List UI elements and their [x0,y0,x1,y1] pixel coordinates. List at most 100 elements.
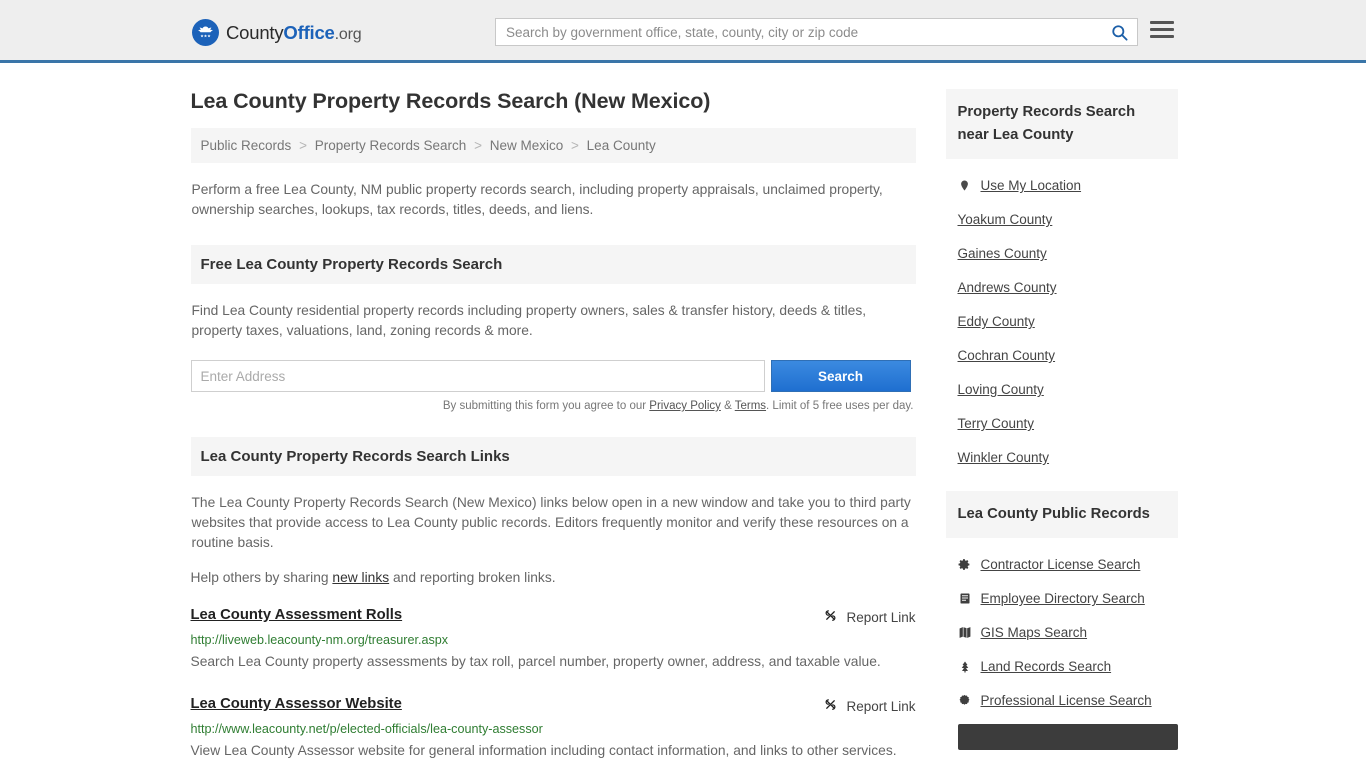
certificate-icon [958,694,972,707]
sidebar-item-eddy-county[interactable]: Eddy County [958,314,1178,329]
link-result-url: http://liveweb.leacounty-nm.org/treasure… [190,633,449,647]
brand-part-county: County [226,21,284,43]
breadcrumb-separator: > [571,138,579,153]
search-icon[interactable] [1101,19,1137,45]
sidebar-item-label[interactable]: Andrews County [958,280,1057,295]
sidebar-item-label[interactable]: Gaines County [958,246,1047,261]
report-link-label: Report Link [846,609,916,625]
privacy-policy-link[interactable]: Privacy Policy [649,400,721,412]
terms-link[interactable]: Terms [735,400,766,412]
site-logo-text: CountyOffice.org [226,21,362,44]
report-link-button[interactable]: Report Link [823,696,916,715]
map-icon [958,626,972,639]
breadcrumb-item-public-records[interactable]: Public Records [201,138,292,153]
sidebar-item-employee-directory-search[interactable]: Employee Directory Search [958,591,1178,606]
breadcrumb-item-property-records-search[interactable]: Property Records Search [315,138,467,153]
new-links-link[interactable]: new links [332,570,389,585]
hamburger-bar [1150,21,1174,24]
address-search-form: Search [190,360,916,392]
hamburger-bar [1150,35,1174,38]
sidebar-item-use-my-location[interactable]: Use My Location [958,178,1178,193]
sidebar-item-label[interactable]: Terry County [958,416,1035,431]
page-title: Lea County Property Records Search (New … [190,89,711,113]
sidebar-ad-placeholder [957,724,1178,750]
global-search-bar [495,18,1138,46]
address-search-button[interactable]: Search [770,360,911,392]
id-card-icon [958,592,972,605]
link-result-item: Lea County Assessment Rolls Report Link [191,607,916,674]
link-result-title[interactable]: Lea County Assessor Website [191,696,402,712]
disclaimer-suffix: . Limit of 5 free uses per day. [766,400,914,412]
link-result-header: Lea County Assessment Rolls Report Link [191,607,916,626]
link-result-description: Search Lea County property assessments b… [190,654,881,669]
sidebar-item-label[interactable]: Yoakum County [958,212,1053,227]
link-result-header: Lea County Assessor Website Report Link [191,696,916,715]
sidebar-item-label[interactable]: Cochran County [958,348,1056,363]
sidebar-item-label[interactable]: Employee Directory Search [981,591,1145,606]
sidebar-item-cochran-county[interactable]: Cochran County [958,348,1178,363]
breadcrumb-item-new-mexico[interactable]: New Mexico [490,138,564,153]
sidebar-item-label[interactable]: Professional License Search [981,693,1152,708]
report-link-button[interactable]: Report Link [823,607,916,626]
sidebar-item-label[interactable]: Loving County [958,382,1044,397]
brand-part-office: Office [283,21,335,43]
sidebar-public-records-heading: Lea County Public Records [945,491,1178,538]
breadcrumb: Public Records > Property Records Search… [190,128,916,163]
free-search-description: Find Lea County residential property rec… [191,303,867,338]
tree-icon [958,660,972,674]
links-section-heading: Lea County Property Records Search Links [190,437,916,476]
page-intro-text: Perform a free Lea County, NM public pro… [191,182,883,217]
address-input[interactable] [190,360,765,392]
broken-link-icon [823,697,838,715]
sidebar-item-gis-maps-search[interactable]: GIS Maps Search [958,625,1178,640]
sidebar-item-label[interactable]: GIS Maps Search [981,625,1088,640]
hamburger-menu-icon[interactable] [1150,21,1174,38]
brand-part-org: .org [334,25,362,43]
broken-link-icon [823,608,838,626]
free-search-heading: Free Lea County Property Records Search [190,245,916,284]
map-pin-icon [958,178,972,193]
sidebar-item-label[interactable]: Use My Location [981,178,1082,193]
sidebar-item-label[interactable]: Land Records Search [981,659,1112,674]
breadcrumb-item-lea-county[interactable]: Lea County [587,138,656,153]
help-share-line: Help others by sharing new links and rep… [191,570,916,585]
gear-icon [958,558,972,571]
links-section-description: The Lea County Property Records Search (… [191,495,911,550]
main-column: Lea County Property Records Search (New … [190,63,916,763]
sidebar-item-land-records-search[interactable]: Land Records Search [958,659,1178,674]
link-result-url: http://www.leacounty.net/p/elected-offic… [190,722,543,736]
sidebar-item-label[interactable]: Contractor License Search [981,557,1141,572]
sidebar-item-label[interactable]: Winkler County [958,450,1050,465]
sidebar-item-terry-county[interactable]: Terry County [958,416,1178,431]
site-header: CountyOffice.org [0,0,1366,63]
sidebar-nearby-heading: Property Records Search near Lea County [945,89,1178,159]
sidebar: Property Records Search near Lea County … [945,63,1178,763]
sidebar-item-andrews-county[interactable]: Andrews County [958,280,1178,295]
search-input[interactable] [496,19,1101,45]
disclaimer-prefix: By submitting this form you agree to our [442,400,650,412]
sidebar-item-contractor-license-search[interactable]: Contractor License Search [958,557,1178,572]
link-result-title[interactable]: Lea County Assessment Rolls [191,607,403,623]
sidebar-item-label[interactable]: Eddy County [958,314,1035,329]
sidebar-item-loving-county[interactable]: Loving County [958,382,1178,397]
report-link-label: Report Link [846,698,916,714]
form-disclaimer: By submitting this form you agree to our… [191,400,916,412]
sidebar-public-records-list: Contractor License Search Employee Direc… [946,557,1178,708]
link-result-item: Lea County Assessor Website Report Link [191,696,916,763]
sidebar-item-winkler-county[interactable]: Winkler County [958,450,1178,465]
help-prefix: Help others by sharing [190,570,333,585]
breadcrumb-separator: > [299,138,307,153]
site-logo[interactable]: CountyOffice.org [192,19,362,46]
sidebar-nearby-list: Use My Location Yoakum County Gaines Cou… [946,178,1178,465]
sidebar-item-yoakum-county[interactable]: Yoakum County [958,212,1178,227]
link-result-description: View Lea County Assessor website for gen… [190,743,897,758]
breadcrumb-separator: > [474,138,482,153]
page-body: Lea County Property Records Search (New … [0,63,1366,763]
help-suffix: and reporting broken links. [389,570,556,585]
eagle-seal-icon [192,19,219,46]
content-container: Lea County Property Records Search (New … [190,63,1178,763]
sidebar-item-professional-license-search[interactable]: Professional License Search [958,693,1178,708]
disclaimer-amp: & [720,400,735,412]
hamburger-bar [1150,28,1174,31]
sidebar-item-gaines-county[interactable]: Gaines County [958,246,1178,261]
